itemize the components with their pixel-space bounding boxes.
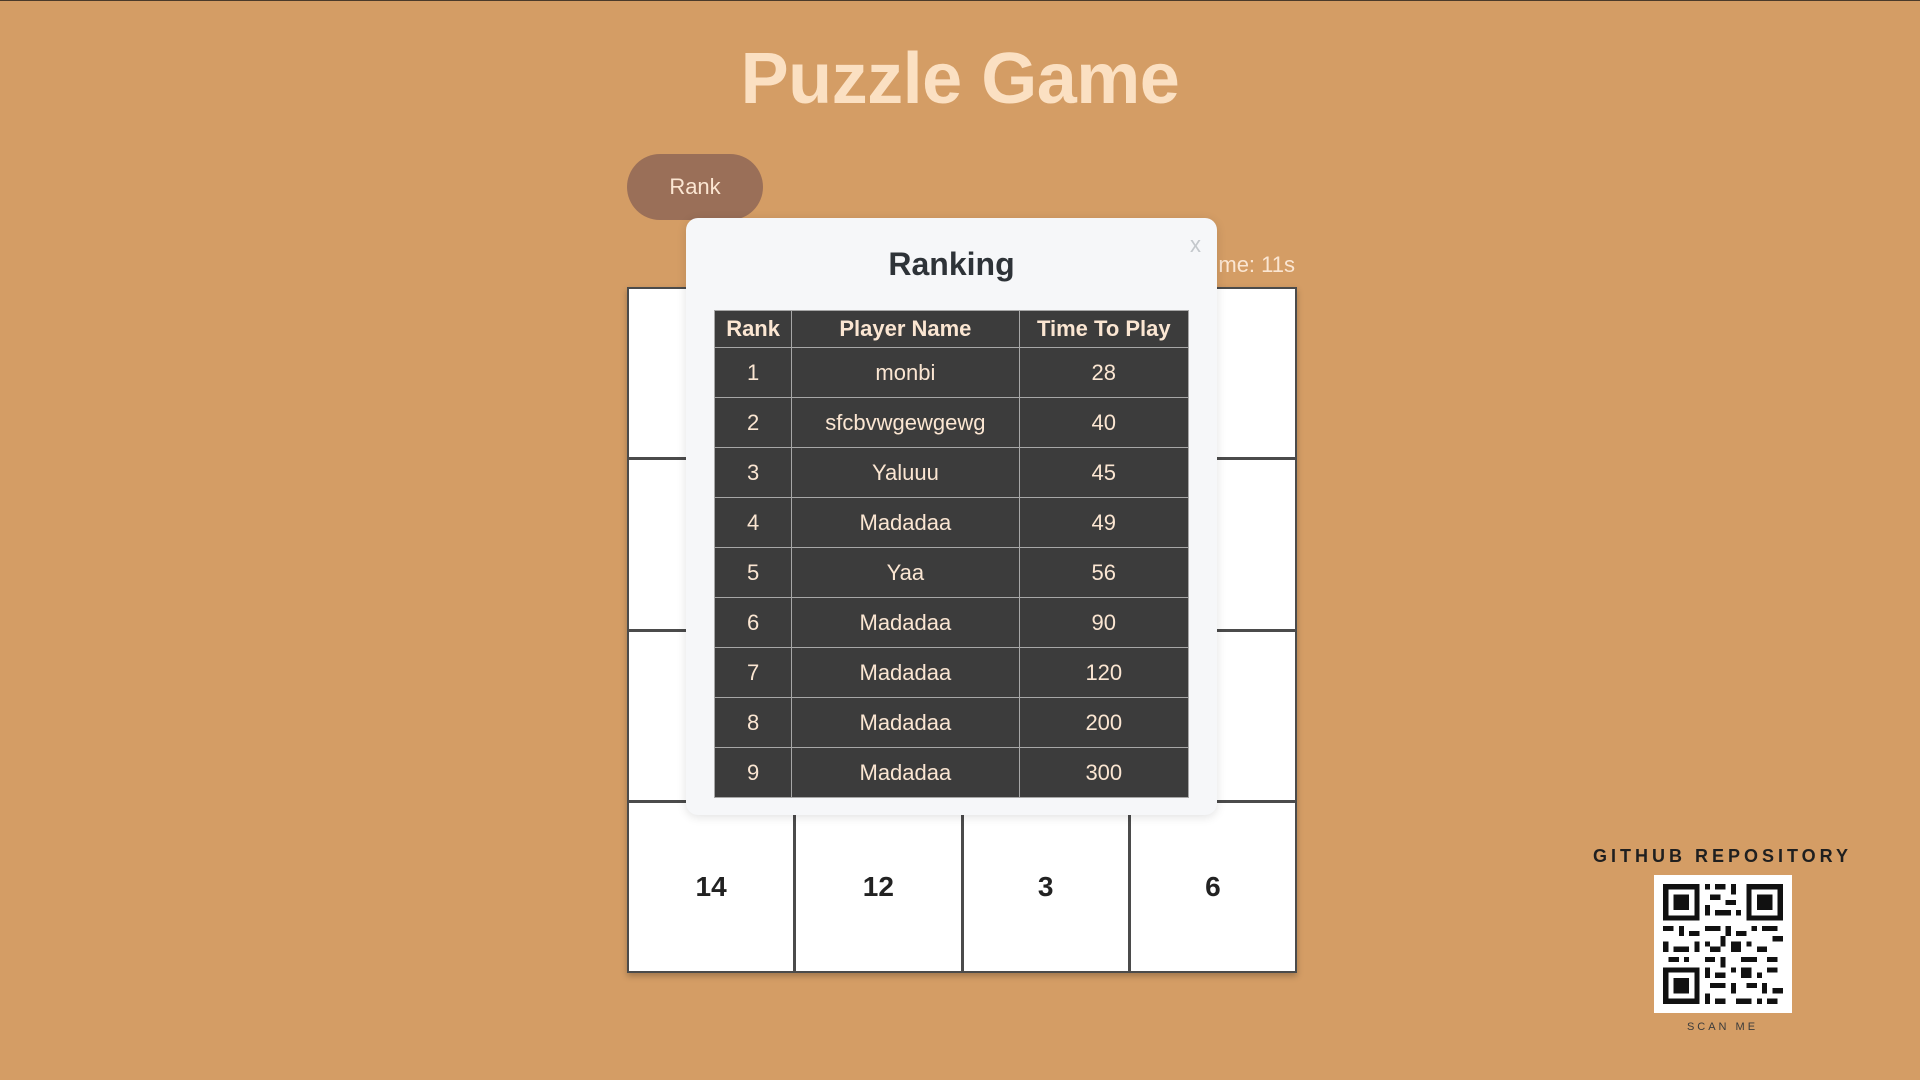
puzzle-tile[interactable]: 3 (963, 802, 1128, 971)
player-name-cell: Madadaa (791, 697, 1020, 748)
rank-cell: 4 (713, 497, 793, 548)
time-cell: 200 (1018, 697, 1190, 748)
top-border-line (0, 0, 1920, 1)
rank-button[interactable]: Rank (627, 154, 763, 220)
time-cell: 56 (1018, 547, 1190, 598)
github-qr-block: GITHUB REPOSITORY SCAN ME (1590, 846, 1855, 1033)
puzzle-tile[interactable]: 12 (796, 802, 961, 971)
player-name-cell: Yaluuu (791, 447, 1020, 498)
close-icon[interactable]: x (1190, 234, 1201, 256)
table-row: 3 Yaluuu 45 (713, 447, 1190, 498)
rank-cell: 6 (713, 597, 793, 648)
table-row: 6 Madadaa 90 (713, 597, 1190, 648)
time-cell: 40 (1018, 397, 1190, 448)
table-row: 7 Madadaa 120 (713, 647, 1190, 698)
ranking-table: Rank Player Name Time To Play 1 monbi 28… (713, 310, 1190, 798)
rank-cell: 9 (713, 747, 793, 798)
time-cell: 90 (1018, 597, 1190, 648)
table-header-row: Rank Player Name Time To Play (713, 310, 1190, 348)
header-player-name: Player Name (791, 310, 1020, 348)
table-row: 8 Madadaa 200 (713, 697, 1190, 748)
table-row: 4 Madadaa 49 (713, 497, 1190, 548)
rank-cell: 1 (713, 347, 793, 398)
puzzle-tile[interactable]: 6 (1130, 802, 1295, 971)
time-cell: 45 (1018, 447, 1190, 498)
modal-title: Ranking (888, 246, 1015, 282)
player-name-cell: Yaa (791, 547, 1020, 598)
ranking-modal: Ranking x Rank Player Name Time To Play … (686, 218, 1217, 815)
table-row: 1 monbi 28 (713, 347, 1190, 398)
player-name-cell: Madadaa (791, 597, 1020, 648)
puzzle-tile[interactable]: 14 (629, 802, 794, 971)
qr-code-icon[interactable] (1653, 875, 1792, 1013)
header-rank: Rank (713, 310, 793, 348)
time-cell: 120 (1018, 647, 1190, 698)
header-time-to-play: Time To Play (1018, 310, 1190, 348)
table-row: 5 Yaa 56 (713, 547, 1190, 598)
rank-cell: 2 (713, 397, 793, 448)
time-cell: 28 (1018, 347, 1190, 398)
rank-cell: 7 (713, 647, 793, 698)
time-cell: 300 (1018, 747, 1190, 798)
rank-cell: 3 (713, 447, 793, 498)
qr-caption: SCAN ME (1686, 1021, 1759, 1033)
player-name-cell: sfcbvwgewgewg (791, 397, 1020, 448)
table-row: 9 Madadaa 300 (713, 747, 1190, 798)
rank-cell: 5 (713, 547, 793, 598)
player-name-cell: Madadaa (791, 647, 1020, 698)
time-cell: 49 (1018, 497, 1190, 548)
table-row: 2 sfcbvwgewgewg 40 (713, 397, 1190, 448)
rank-cell: 8 (713, 697, 793, 748)
qr-heading: GITHUB REPOSITORY (1592, 846, 1853, 866)
player-name-cell: Madadaa (791, 747, 1020, 798)
player-name-cell: monbi (791, 347, 1020, 398)
player-name-cell: Madadaa (791, 497, 1020, 548)
page-title: Puzzle Game (740, 39, 1180, 119)
